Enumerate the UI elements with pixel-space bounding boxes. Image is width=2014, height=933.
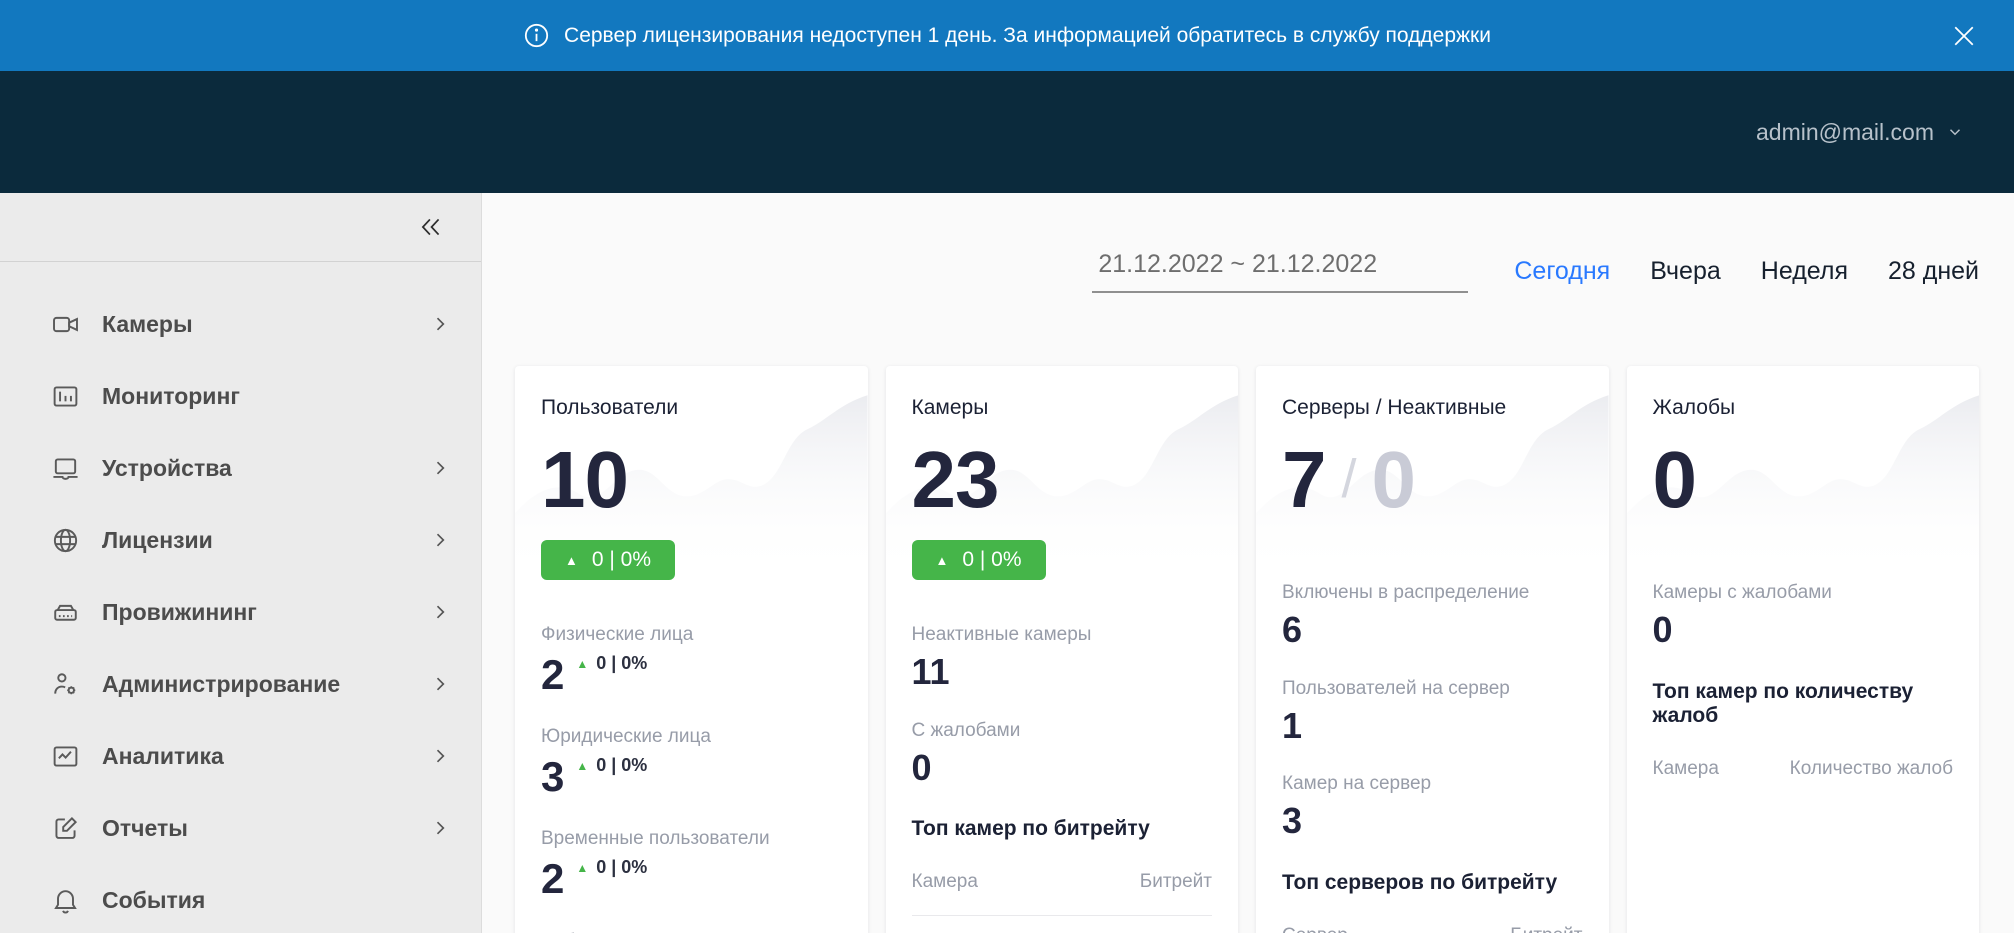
- sidebar-item-cameras[interactable]: Камеры: [0, 288, 481, 360]
- sidebar-item-label: Камеры: [102, 311, 429, 338]
- chevron-right-icon: [429, 673, 451, 695]
- administration-icon: [50, 669, 80, 699]
- user-account-menu[interactable]: admin@mail.com: [1756, 119, 1964, 146]
- sidebar-item-label: Устройства: [102, 455, 429, 482]
- column-bitrate: Битрейт: [1140, 871, 1212, 893]
- sidebar-item-label: События: [102, 887, 451, 914]
- column-bitrate: Битрейт: [1510, 925, 1582, 933]
- tab-today[interactable]: Сегодня: [1514, 257, 1610, 286]
- sidebar-item-licenses[interactable]: Лицензии: [0, 504, 481, 576]
- sidebar-item-administration[interactable]: Администрирование: [0, 648, 481, 720]
- sidebar-item-label: Администрирование: [102, 671, 429, 698]
- slash-separator: /: [1342, 449, 1356, 509]
- chevron-right-icon: [429, 529, 451, 551]
- column-camera: Камера: [912, 871, 978, 893]
- chevron-right-icon: [429, 745, 451, 767]
- sidebar-item-analytics[interactable]: Аналитика: [0, 720, 481, 792]
- table-row: 192.168.20.1.12 1134: [912, 916, 1213, 933]
- sidebar-item-events[interactable]: События: [0, 864, 481, 933]
- users-trend-badge: ▲ 0 | 0%: [541, 540, 675, 580]
- app-header: admin@mail.com: [0, 71, 2014, 193]
- app-window: Сервер лицензирования недоступен 1 день.…: [0, 0, 2014, 933]
- sidebar-item-label: Аналитика: [102, 743, 429, 770]
- trend-up-icon: ▲: [576, 760, 588, 772]
- range-tabs: Сегодня Вчера Неделя 28 дней: [1514, 257, 1979, 286]
- metric-individuals: Физические лица 2 ▲0 | 0%: [541, 624, 842, 698]
- cameras-card: Камеры 23 ▲ 0 | 0% Неактивные камеры 11: [886, 366, 1239, 933]
- date-range-input[interactable]: 21.12.2022 ~ 21.12.2022: [1092, 250, 1468, 293]
- close-icon[interactable]: [1942, 14, 1986, 58]
- monitoring-icon: [50, 381, 80, 411]
- card-title: Жалобы: [1653, 396, 1954, 420]
- users-card: Пользователи 10 ▲ 0 | 0% Физические лица…: [515, 366, 868, 933]
- cameras-total: 23: [912, 430, 1213, 530]
- table-header: Камера Количество жалоб: [1653, 758, 1954, 780]
- metric-inactive-cameras: Неактивные камеры 11: [912, 624, 1213, 692]
- dashboard-main: 21.12.2022 ~ 21.12.2022 Сегодня Вчера Не…: [482, 193, 2014, 933]
- top-cameras-bitrate-title: Топ камер по битрейту: [912, 817, 1213, 841]
- sidebar-item-label: Мониторинг: [102, 383, 451, 410]
- camera-icon: [50, 309, 80, 339]
- reports-icon: [50, 813, 80, 843]
- tab-yesterday[interactable]: Вчера: [1650, 257, 1721, 286]
- servers-total: 7 / 0: [1282, 430, 1583, 530]
- events-icon: [50, 885, 80, 915]
- sidebar-item-label: Отчеты: [102, 815, 429, 842]
- servers-inactive-count: 0: [1372, 435, 1416, 524]
- card-title: Пользователи: [541, 396, 842, 420]
- tab-week[interactable]: Неделя: [1761, 257, 1848, 286]
- card-title: Камеры: [912, 396, 1213, 420]
- column-server: Сервер: [1282, 925, 1348, 933]
- licenses-icon: [50, 525, 80, 555]
- metric-temporary-users: Временные пользователи 2 ▲0 | 0%: [541, 828, 842, 902]
- tab-28-days[interactable]: 28 дней: [1888, 257, 1979, 286]
- devices-icon: [50, 453, 80, 483]
- sidebar-nav: Камеры Мониторинг: [0, 262, 481, 933]
- date-filters: 21.12.2022 ~ 21.12.2022 Сегодня Вчера Не…: [515, 250, 1979, 293]
- cameras-trend-badge: ▲ 0 | 0%: [912, 540, 1046, 580]
- metric-legal-entities: Юридические лица 3 ▲0 | 0%: [541, 726, 842, 800]
- chevron-right-icon: [429, 457, 451, 479]
- license-warning-banner: Сервер лицензирования недоступен 1 день.…: [0, 0, 2014, 71]
- sidebar-item-monitoring[interactable]: Мониторинг: [0, 360, 481, 432]
- trend-up-icon: ▲: [576, 862, 588, 874]
- metric-with-complaints: С жалобами 0: [912, 720, 1213, 788]
- info-icon: [523, 22, 550, 49]
- users-total: 10: [541, 430, 842, 530]
- stat-cards: Пользователи 10 ▲ 0 | 0% Физические лица…: [515, 366, 1979, 933]
- chevron-right-icon: [429, 601, 451, 623]
- metric-cameras-with-complaints: Камеры с жалобами 0: [1653, 582, 1954, 650]
- trend-up-icon: ▲: [936, 554, 949, 567]
- user-email: admin@mail.com: [1756, 119, 1934, 146]
- chevron-right-icon: [429, 313, 451, 335]
- sidebar-item-label: Провижининг: [102, 599, 429, 626]
- servers-card: Серверы / Неактивные 7 / 0 Включены в расп…: [1256, 366, 1609, 933]
- sidebar-item-label: Лицензии: [102, 527, 429, 554]
- table-header: Сервер Битрейт: [1282, 925, 1583, 933]
- complaints-card: Жалобы 0 Камеры с жалобами 0 Топ камер п…: [1627, 366, 1980, 933]
- sidebar-item-provisioning[interactable]: Провижининг: [0, 576, 481, 648]
- analytics-icon: [50, 741, 80, 771]
- sidebar-item-devices[interactable]: Устройства: [0, 432, 481, 504]
- sidebar-item-reports[interactable]: Отчеты: [0, 792, 481, 864]
- top-cameras-complaints-title: Топ камер по количеству жалоб: [1653, 680, 1954, 728]
- servers-active-count: 7: [1282, 435, 1326, 524]
- provisioning-icon: [50, 597, 80, 627]
- column-complaints-count: Количество жалоб: [1790, 758, 1953, 780]
- sidebar: Камеры Мониторинг: [0, 193, 482, 933]
- chevron-right-icon: [429, 817, 451, 839]
- card-title: Серверы / Неактивные: [1282, 396, 1583, 420]
- trend-up-icon: ▲: [576, 658, 588, 670]
- trend-up-icon: ▲: [565, 554, 578, 567]
- table-header: Камера Битрейт: [912, 871, 1213, 893]
- metric-in-distribution: Включены в распределение 6: [1282, 582, 1583, 650]
- complaints-total: 0: [1653, 430, 1954, 530]
- chevron-down-icon: [1946, 123, 1964, 141]
- column-camera: Камера: [1653, 758, 1719, 780]
- metric-users-per-server: Пользователей на сервер 1: [1282, 678, 1583, 746]
- top-servers-bitrate-title: Топ серверов по битрейту: [1282, 871, 1583, 895]
- sidebar-collapse-icon[interactable]: [411, 207, 451, 247]
- banner-text: Сервер лицензирования недоступен 1 день.…: [564, 24, 1491, 48]
- metric-cameras-per-server: Камер на сервер 3: [1282, 773, 1583, 841]
